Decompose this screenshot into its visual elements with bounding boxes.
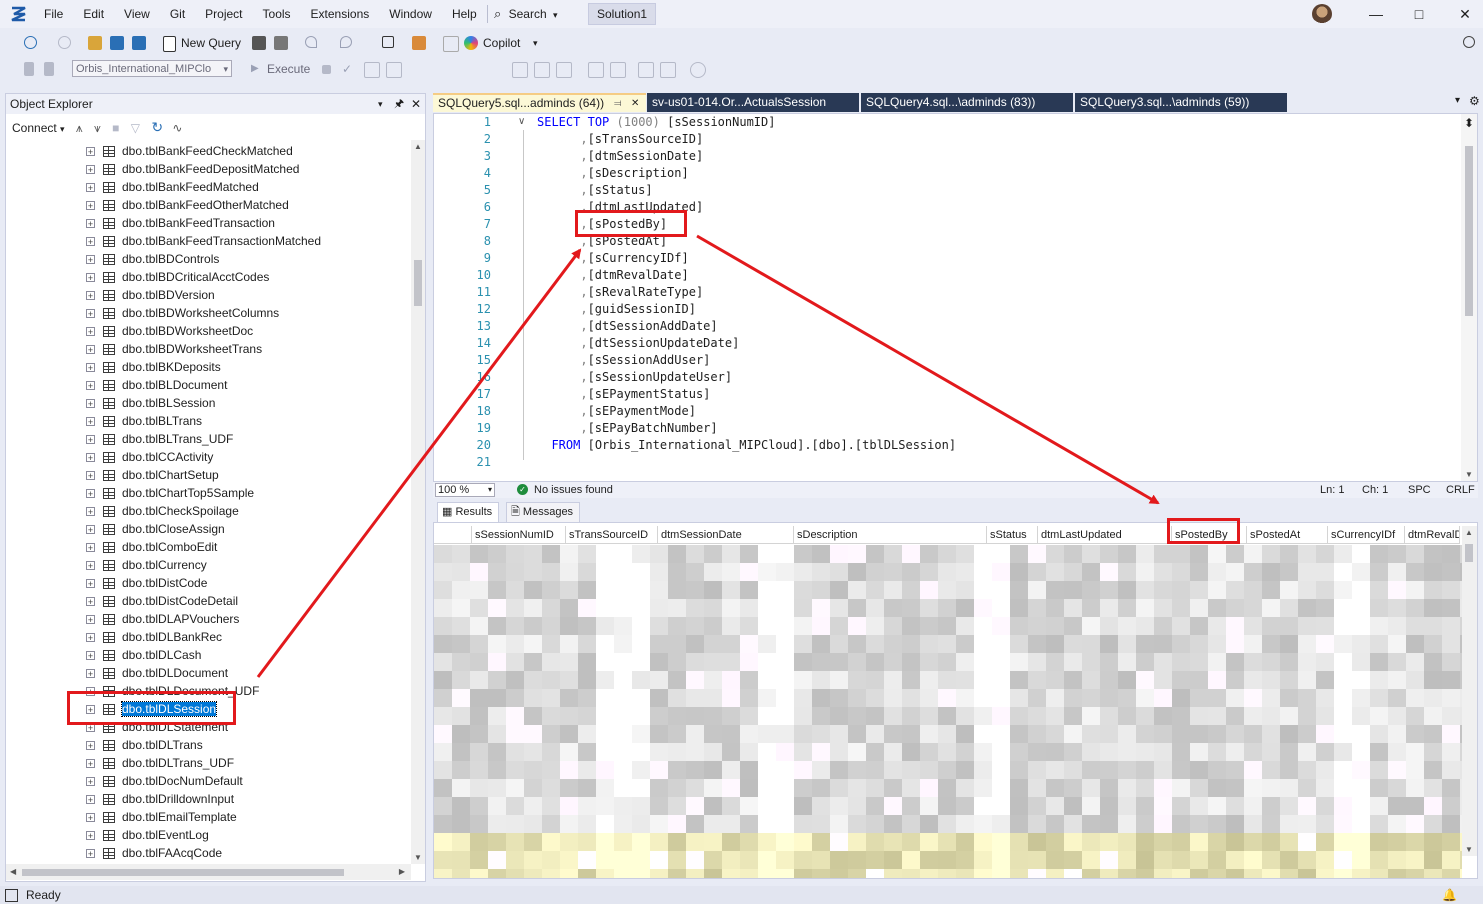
arrow-table-to-code: [256, 248, 582, 678]
annotation-arrows: [256, 234, 1160, 678]
arrow-code-to-column: [696, 234, 1160, 505]
